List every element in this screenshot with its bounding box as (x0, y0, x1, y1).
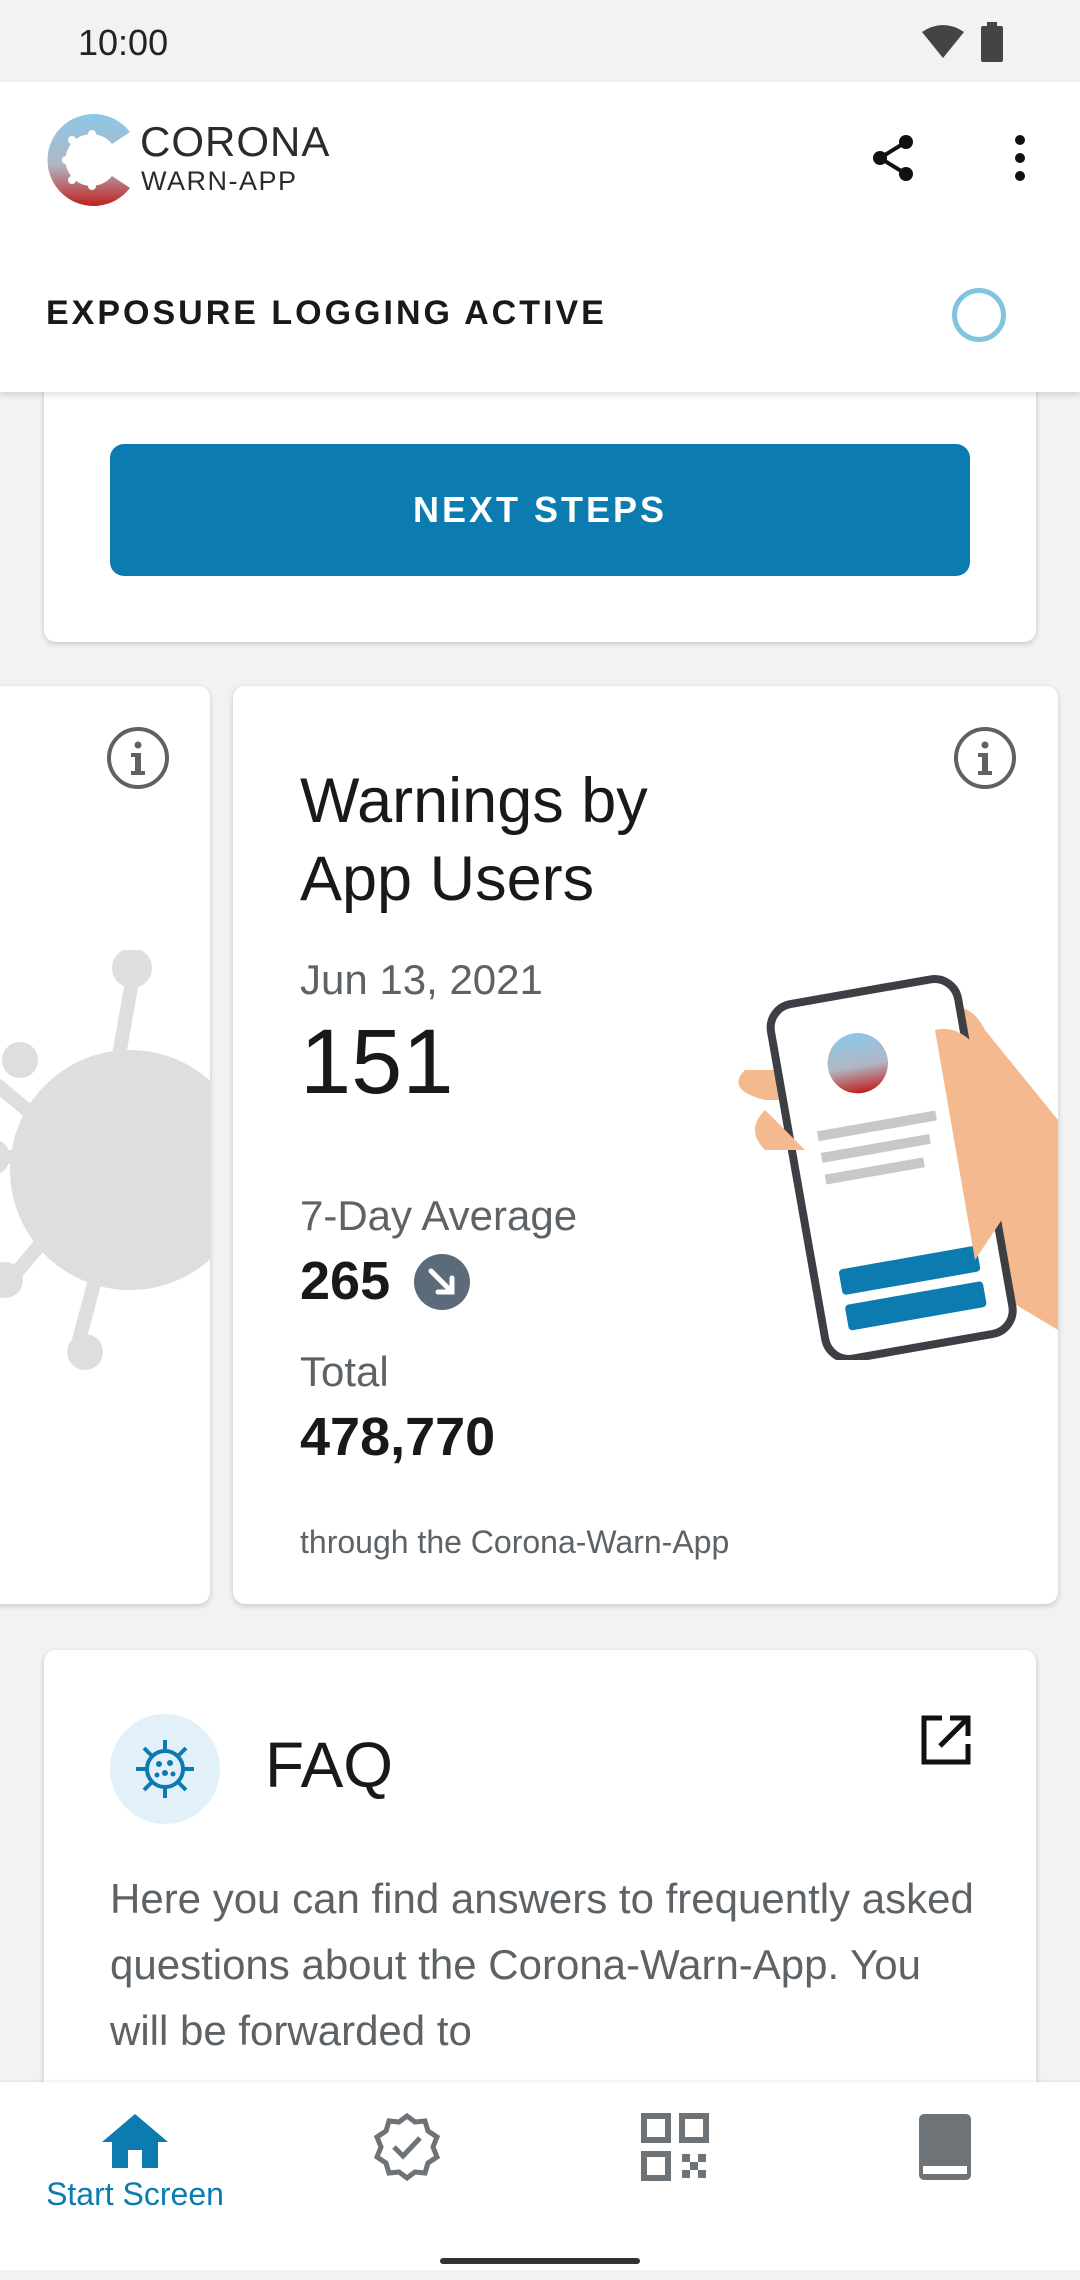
more-options-icon[interactable] (1000, 130, 1040, 186)
virus-illustration (0, 950, 210, 1370)
status-time: 10:00 (78, 22, 169, 63)
diary-icon (919, 2114, 971, 2180)
faq-virus-icon (110, 1714, 220, 1824)
certificate-icon (373, 2112, 441, 2182)
info-icon[interactable] (953, 726, 1017, 790)
card-title: Warnings by App Users (300, 766, 648, 914)
status-bar: 10:00 (0, 0, 1080, 82)
gesture-handle[interactable] (440, 2258, 640, 2264)
exposure-status-label[interactable]: EXPOSURE LOGGING ACTIVE (46, 294, 607, 333)
battery-icon (981, 22, 1003, 62)
wifi-icon (922, 25, 964, 58)
gesture-area (0, 2270, 1080, 2280)
faq-description: Here you can find answers to frequently … (110, 1875, 974, 2054)
corona-logo-icon (47, 113, 131, 206)
nav-start-screen[interactable]: Start Screen (20, 2112, 250, 2222)
brand-title: CORONA (140, 118, 331, 165)
external-link-icon[interactable] (918, 1712, 974, 1768)
nav-certificates[interactable] (362, 2112, 452, 2222)
nav-qr-scanner[interactable] (630, 2112, 720, 2222)
home-icon (102, 2114, 168, 2168)
seven-day-average-value: 265 (300, 1251, 391, 1311)
trend-down-icon (414, 1254, 470, 1310)
card-footnote: through the Corona-Warn-App (300, 1524, 730, 1560)
next-steps-button[interactable]: NEXT STEPS (110, 444, 970, 576)
nav-label-start-screen: Start Screen (46, 2176, 224, 2212)
info-icon[interactable] (106, 726, 170, 790)
faq-title: FAQ (265, 1729, 394, 1801)
brand-subtitle: WARN-APP (141, 166, 298, 196)
total-label: Total (300, 1348, 389, 1395)
exposure-status-ring-icon (952, 288, 1006, 342)
qr-code-icon (641, 2113, 709, 2181)
phone-in-hand-illustration (738, 975, 1058, 1360)
nav-contact-diary[interactable] (900, 2112, 990, 2222)
total-value: 478,770 (300, 1407, 496, 1467)
stat-date: Jun 13, 2021 (300, 956, 543, 1003)
stat-primary-value: 151 (300, 1011, 454, 1113)
share-icon[interactable] (866, 130, 922, 186)
seven-day-average-label: 7-Day Average (300, 1192, 578, 1239)
